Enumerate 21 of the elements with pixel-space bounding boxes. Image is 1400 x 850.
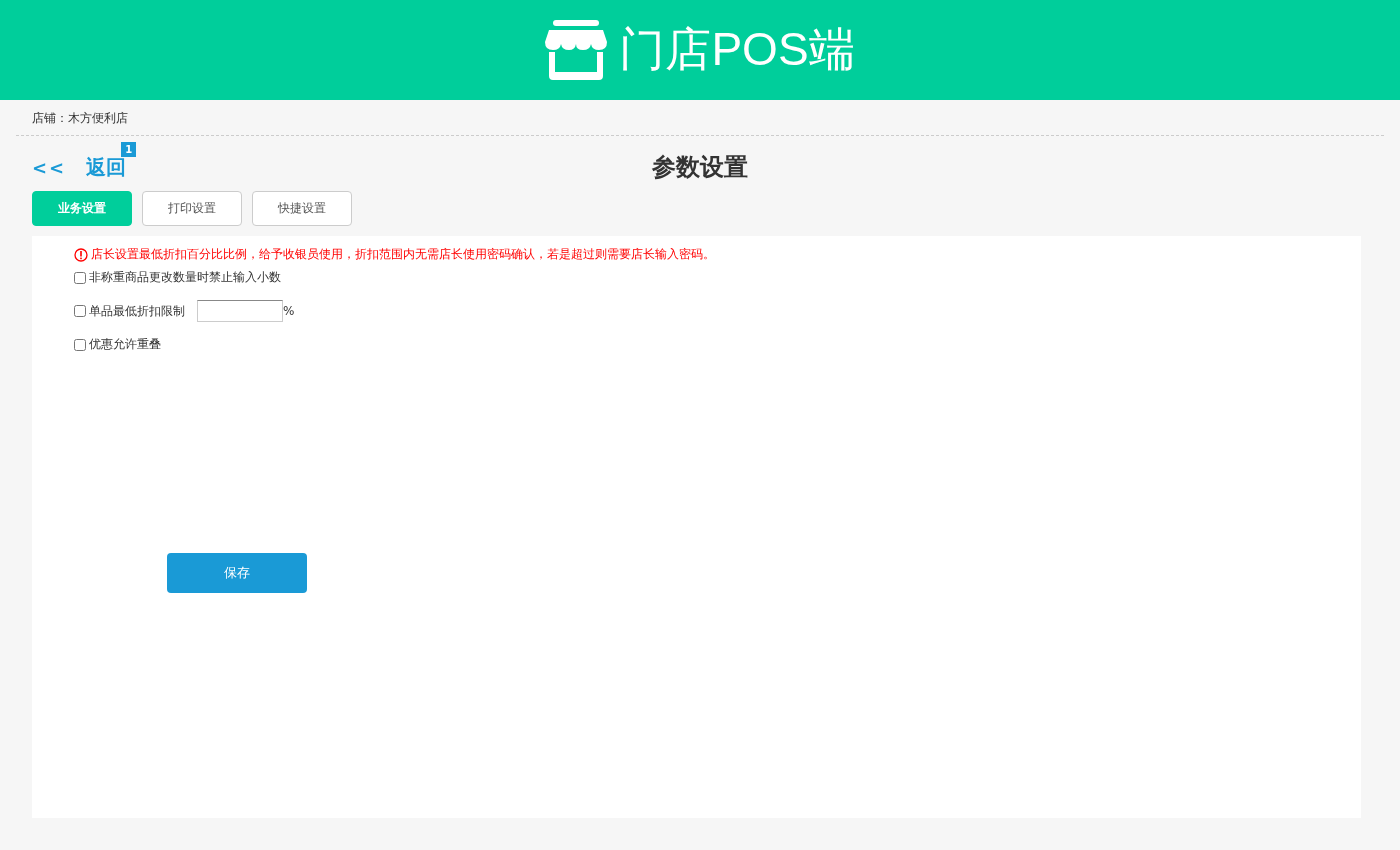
settings-tab[interactable]: 打印设置 [142, 191, 242, 226]
page-title: 参数设置 [652, 152, 748, 183]
option-checkbox[interactable] [74, 338, 86, 351]
back-link[interactable]: 返回 [86, 154, 127, 179]
save-button[interactable]: 保存 [167, 553, 307, 593]
back-arrows-link[interactable]: << [32, 156, 67, 178]
percent-unit: % [283, 304, 295, 318]
option-label: 优惠允许重叠 [89, 336, 161, 353]
discount-input[interactable] [197, 300, 283, 322]
warning-icon [74, 247, 88, 262]
app-title: 门店POS端 [619, 22, 855, 77]
option-checkbox[interactable] [74, 305, 86, 317]
option-label: 非称重商品更改数量时禁止输入小数 [89, 269, 281, 286]
settings-tab[interactable]: 快捷设置 [252, 191, 352, 226]
settings-tab[interactable]: 业务设置 [32, 191, 132, 226]
storefront-icon [545, 20, 608, 80]
notice-text: 店长设置最低折扣百分比比例，给予收银员使用，折扣范围内无需店长使用密码确认，若是超过则需要店长输入密码。 [91, 246, 715, 263]
store-name: 店铺：木方便利店 [16, 100, 1384, 136]
option-label: 单品最低折扣限制 [89, 302, 185, 320]
option-checkbox[interactable] [74, 271, 86, 284]
count-badge: 1 [121, 141, 137, 157]
